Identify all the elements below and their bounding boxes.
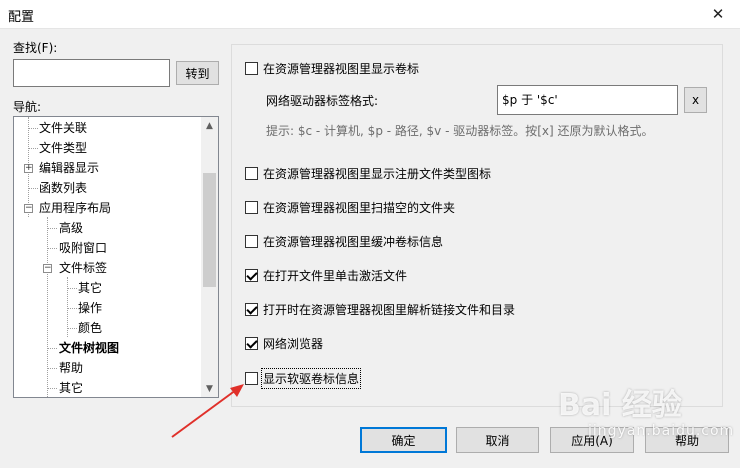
baidu-watermark-url: jingyan.baidu.com bbox=[588, 423, 735, 439]
ok-button[interactable]: 确定 bbox=[360, 427, 447, 453]
baidu-watermark: Bai 经验 bbox=[558, 388, 682, 423]
cancel-button[interactable]: 取消 bbox=[456, 427, 539, 453]
